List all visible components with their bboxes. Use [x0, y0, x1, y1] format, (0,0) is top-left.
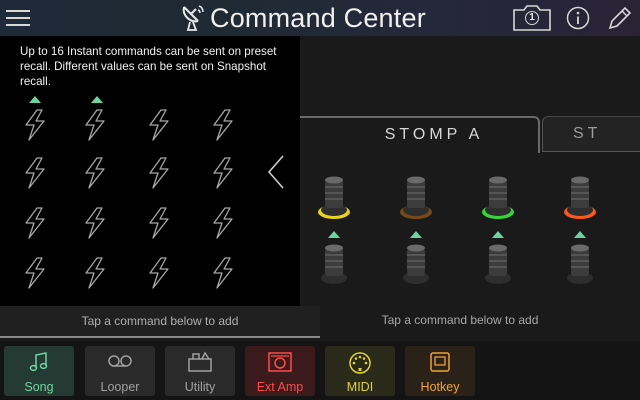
lightning-bolt-icon[interactable]	[144, 108, 174, 142]
lightning-bolt-icon[interactable]	[144, 256, 174, 290]
panel-footer-hint: Tap a command below to add	[81, 314, 239, 328]
assigned-marker	[574, 231, 586, 238]
page-title: Command Center	[210, 2, 426, 33]
lightning-bolt-icon[interactable]	[208, 156, 238, 190]
lightning-bolt-icon[interactable]	[80, 156, 110, 190]
header-bar: Command Center 1	[0, 0, 640, 36]
tab-midi[interactable]: MIDI	[325, 346, 395, 396]
utility-icon	[165, 351, 235, 373]
instant-commands-panel: Up to 16 Instant commands can be sent on…	[0, 36, 300, 306]
tab-utility[interactable]: Utility	[165, 346, 235, 396]
stomp-footswitch[interactable]	[562, 172, 598, 222]
command-center-satellite-icon	[182, 5, 204, 31]
lightning-bolt-icon[interactable]	[80, 206, 110, 240]
tab-ext-amp[interactable]: Ext Amp	[245, 346, 315, 396]
lightning-bolt-icon[interactable]	[144, 156, 174, 190]
pencil-icon[interactable]	[606, 6, 632, 37]
lightning-bolt-icon[interactable]	[20, 206, 50, 240]
tab-label: Utility	[184, 380, 216, 394]
assigned-marker	[91, 96, 103, 103]
midi-din-icon	[325, 351, 395, 374]
assigned-marker	[492, 231, 504, 238]
looper-tape-icon	[85, 351, 155, 373]
snapshot-badge: 1	[525, 11, 539, 25]
panel-footer: Tap a command below to add	[0, 306, 320, 338]
stomp-footswitch[interactable]	[316, 240, 352, 290]
hamburger-menu-icon[interactable]	[6, 8, 32, 28]
stomp-footswitch[interactable]	[562, 240, 598, 290]
tab-label: Song	[24, 380, 54, 394]
lightning-bolt-icon[interactable]	[80, 256, 110, 290]
lightning-bolt-icon[interactable]	[208, 108, 238, 142]
tab-looper[interactable]: Looper	[85, 346, 155, 396]
tab-stomp-b[interactable]: ST	[542, 116, 640, 152]
panel-description: Up to 16 Instant commands can be sent on…	[20, 45, 277, 88]
camera-snapshot-icon[interactable]: 1	[512, 4, 552, 32]
assigned-marker	[410, 231, 422, 238]
amp-icon	[245, 351, 315, 373]
tab-label: Looper	[100, 380, 140, 394]
stomp-footswitch[interactable]	[398, 172, 434, 222]
chevron-left-icon[interactable]	[266, 154, 286, 195]
lightning-bolt-icon[interactable]	[80, 108, 110, 142]
tab-song[interactable]: Song	[4, 346, 74, 396]
stomp-footswitch[interactable]	[398, 240, 434, 290]
stomp-hint: Tap a command below to add	[381, 313, 539, 327]
lightning-bolt-icon[interactable]	[20, 156, 50, 190]
stomp-footswitch[interactable]	[480, 240, 516, 290]
lightning-bolt-icon[interactable]	[208, 256, 238, 290]
lightning-bolt-icon[interactable]	[208, 206, 238, 240]
stomp-footswitch[interactable]	[480, 172, 516, 222]
tab-label: Ext Amp	[256, 380, 304, 394]
stomp-tab-bar: STOMP A ST	[300, 116, 640, 153]
stomp-footswitch[interactable]	[316, 172, 352, 222]
info-icon[interactable]	[566, 6, 590, 35]
bottom-tab-bar: Song Looper Utility Ext Amp MIDI Hotkey	[0, 341, 640, 400]
assigned-marker	[29, 96, 41, 103]
assigned-marker	[328, 231, 340, 238]
lightning-bolt-icon[interactable]	[20, 108, 50, 142]
tab-hotkey[interactable]: Hotkey	[405, 346, 475, 396]
hotkey-icon	[405, 351, 475, 373]
tab-label: MIDI	[346, 380, 374, 394]
music-note-icon	[4, 351, 74, 373]
lightning-bolt-icon[interactable]	[20, 256, 50, 290]
tab-stomp-a[interactable]: STOMP A	[300, 116, 540, 153]
title-area: Command Center	[180, 2, 426, 34]
lightning-bolt-icon[interactable]	[144, 206, 174, 240]
tab-label: Hotkey	[420, 380, 460, 394]
